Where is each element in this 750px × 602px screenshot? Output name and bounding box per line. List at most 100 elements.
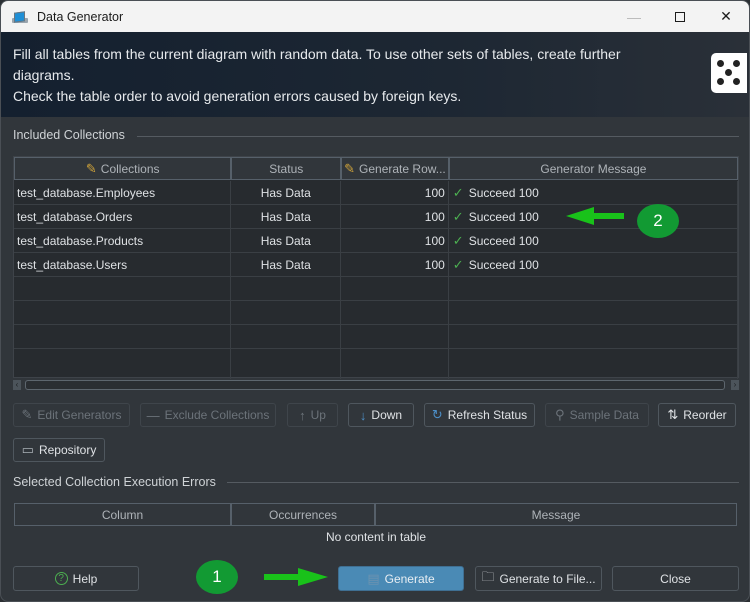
empty-row [14,277,738,301]
generate-button[interactable]: ▤ Generate [338,566,464,591]
minus-icon: — [146,407,160,423]
scroll-left-icon[interactable]: ‹ [13,380,21,390]
button-label: Generate [384,571,435,586]
generate-to-file-button[interactable]: 🗀 Generate to File... [475,566,602,591]
button-label: Refresh Status [447,408,528,422]
reorder-button[interactable]: ⇅ Reorder [658,403,736,427]
banner-line: Check the table order to avoid generatio… [13,88,462,104]
errors-table-header: Column Occurrences Message [14,503,739,526]
pencil-icon: ✎ [21,407,33,422]
horizontal-scrollbar[interactable]: ‹ › [13,379,739,391]
column-header-label: Message [531,507,581,522]
scroll-right-icon[interactable]: › [731,380,739,390]
pencil-icon: ✎ [344,160,356,176]
check-circle-icon: ✓ [452,232,464,248]
refresh-status-button[interactable]: ↻ Refresh Status [424,403,535,427]
close-button[interactable]: Close [612,566,739,591]
column-header-column[interactable]: Column [14,503,231,526]
description-banner: Fill all tables from the current diagram… [1,32,749,117]
minimize-icon: — [627,8,641,25]
title-bar: Data Generator — ✕ [1,1,749,32]
data-generator-window: Data Generator — ✕ Fill all tables from … [0,0,750,602]
column-header-label: Status [269,161,304,176]
pencil-icon: ✎ [85,160,97,176]
up-button[interactable]: ↑ Up [287,403,338,427]
arrow-up-icon: ↑ [299,407,306,423]
column-header-label: Collections [100,161,160,176]
column-header-generate-rows[interactable]: ✎ Generate Row... [341,157,449,180]
check-circle-icon: ✓ [452,184,464,200]
message-text: Succeed 100 [468,233,539,248]
table-row[interactable]: test_database.Orders Has Data 100 ✓ Succe… [14,205,738,229]
column-header-collections[interactable]: ✎ Collections [14,157,232,180]
button-label: Edit Generators [37,408,122,422]
minimize-button[interactable]: — [611,1,657,32]
maximize-icon [675,11,685,22]
included-collections-label: Included Collections [13,128,125,142]
arrow-down-icon: ↓ [359,407,367,423]
status-cell: Has Data [231,229,342,252]
execution-errors-label: Selected Collection Execution Errors [13,475,216,489]
check-circle-icon: ✓ [452,208,464,224]
table-row[interactable]: test_database.Users Has Data 100 ✓ Succee… [14,253,738,277]
window-title: Data Generator [37,9,124,24]
collection-cell: test_database.Products [14,229,232,252]
message-text: Succeed 100 [468,209,539,224]
group-divider [137,136,739,137]
message-cell: ✓ Succeed 100 [449,229,738,252]
maximize-button[interactable] [657,1,703,32]
included-collections-table: ✎ Collections Status ✎ Generate Row... Gen… [13,156,739,379]
message-cell: ✓ Succeed 100 [449,181,738,204]
rows-cell[interactable]: 100 [341,181,449,204]
close-icon: ✕ [720,8,732,24]
table-header: ✎ Collections Status ✎ Generate Row... Gen… [14,157,738,180]
button-label: Reorder [683,408,727,422]
banner-line: diagrams. [13,67,75,83]
column-header-message[interactable]: Message [375,503,737,526]
status-cell: Has Data [231,205,342,228]
button-label: Generate to File... [499,571,596,586]
table-row[interactable]: test_database.Employees Has Data 100 ✓ Su… [14,181,738,205]
app-icon [12,9,28,25]
column-header-label: Generator Message [540,161,647,176]
collection-cell: test_database.Users [14,253,232,276]
rows-cell[interactable]: 100 [341,253,449,276]
rows-cell[interactable]: 100 [341,229,449,252]
search-icon: ⚲ [555,407,565,422]
dice-icon [711,53,747,93]
film-icon: ▤ [367,570,380,586]
message-text: Succeed 100 [468,257,539,272]
down-button[interactable]: ↓ Down [348,403,414,427]
close-window-button[interactable]: ✕ [703,1,749,32]
banner-line: Fill all tables from the current diagram… [13,46,621,62]
button-label: Help [72,571,98,586]
status-cell: Has Data [231,253,342,276]
annotation-badge-2: 2 [637,204,679,238]
button-label: Repository [38,443,97,457]
rows-cell[interactable]: 100 [341,205,449,228]
check-circle-icon: ✓ [452,256,464,272]
annotation-arrow-left-icon [566,207,624,225]
column-header-occurrences[interactable]: Occurrences [231,503,375,526]
empty-row [14,301,738,325]
repository-button[interactable]: ▭ Repository [13,438,105,462]
status-cell: Has Data [231,181,342,204]
button-label: Up [310,408,326,422]
annotation-badge-1: 1 [196,560,238,594]
table-row[interactable]: test_database.Products Has Data 100 ✓ Suc… [14,229,738,253]
button-label: Close [660,571,691,586]
help-button[interactable]: ? Help [13,566,139,591]
collection-cell: test_database.Orders [14,205,232,228]
group-divider [227,482,739,483]
exclude-collections-button[interactable]: — Exclude Collections [140,403,276,427]
edit-generators-button[interactable]: ✎ Edit Generators [13,403,130,427]
button-label: Sample Data [569,408,639,422]
column-header-status[interactable]: Status [231,157,342,180]
message-text: Succeed 100 [468,185,539,200]
empty-row [14,325,738,349]
collection-cell: test_database.Employees [14,181,232,204]
sample-data-button[interactable]: ⚲ Sample Data [545,403,649,427]
scrollbar-thumb[interactable] [25,380,725,390]
annotation-arrow-right-icon [264,568,328,586]
column-header-generator-message[interactable]: Generator Message [448,157,738,180]
